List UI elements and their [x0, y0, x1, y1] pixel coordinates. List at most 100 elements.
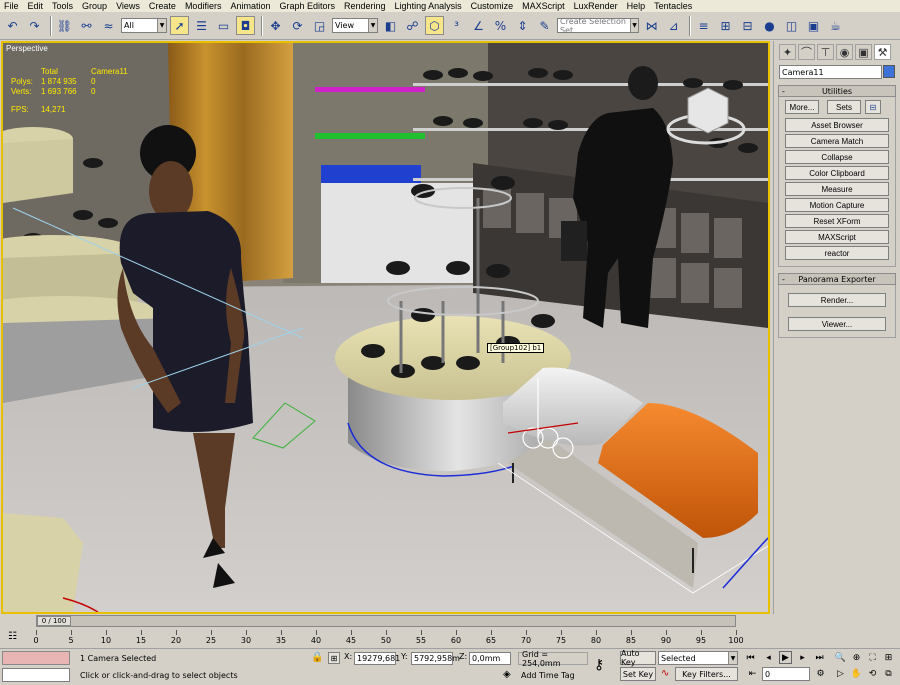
- utility-reset-xform-button[interactable]: Reset XForm: [785, 214, 889, 228]
- mirror-icon[interactable]: ⋈: [642, 16, 661, 35]
- pivot-center-icon[interactable]: ◧: [381, 16, 400, 35]
- y-coordinate-field[interactable]: 5792,958m: [411, 652, 460, 665]
- utility-maxscript-button[interactable]: MAXScript: [785, 230, 889, 244]
- motion-tab-icon[interactable]: ◉: [836, 44, 853, 60]
- key-filters-button[interactable]: Key Filters...: [675, 667, 738, 681]
- utility-measure-button[interactable]: Measure: [785, 182, 889, 196]
- maxscript-listener-mini[interactable]: [2, 651, 70, 665]
- display-tab-icon[interactable]: ▣: [855, 44, 872, 60]
- x-coordinate-field[interactable]: 19279,681: [354, 652, 400, 665]
- menu-tentacles[interactable]: Tentacles: [654, 1, 692, 11]
- zoom-extents-icon[interactable]: ⛶: [866, 651, 879, 664]
- next-frame-icon[interactable]: ▸: [796, 651, 809, 664]
- menu-animation[interactable]: Animation: [230, 1, 270, 11]
- utilities-rollout-header[interactable]: - Utilities: [778, 85, 896, 97]
- rendered-frame-window-icon[interactable]: ▣: [804, 16, 823, 35]
- menu-group[interactable]: Group: [82, 1, 107, 11]
- track-bar-icon[interactable]: ☷: [8, 631, 17, 642]
- field-of-view-icon[interactable]: ▷: [834, 667, 847, 680]
- go-to-start-icon[interactable]: ⏮: [744, 651, 757, 664]
- reference-coordinate-dropdown[interactable]: View ▼: [332, 18, 378, 33]
- menu-tools[interactable]: Tools: [52, 1, 73, 11]
- menu-luxrender[interactable]: LuxRender: [574, 1, 618, 11]
- time-configuration-icon[interactable]: ⚙: [814, 667, 827, 680]
- key-mode-dropdown[interactable]: Selected ▼: [658, 651, 738, 665]
- menu-graph-editors[interactable]: Graph Editors: [279, 1, 335, 11]
- curve-editor-icon[interactable]: ⊞: [716, 16, 735, 35]
- time-slider[interactable]: 0 / 100: [36, 615, 736, 627]
- utility-color-clipboard-button[interactable]: Color Clipboard: [785, 166, 889, 180]
- layer-manager-icon[interactable]: ≡: [694, 16, 713, 35]
- menu-edit[interactable]: Edit: [28, 1, 44, 11]
- schematic-view-icon[interactable]: ⊟: [738, 16, 757, 35]
- menu-help[interactable]: Help: [627, 1, 646, 11]
- object-color-swatch[interactable]: [883, 65, 895, 78]
- time-slider-thumb[interactable]: 0 / 100: [37, 616, 71, 626]
- key-tangent-icon[interactable]: ∿: [661, 668, 669, 679]
- hierarchy-tab-icon[interactable]: ⊤: [817, 44, 834, 60]
- set-key-button[interactable]: Set Key: [620, 667, 656, 681]
- add-time-tag-button[interactable]: Add Time Tag: [518, 669, 588, 682]
- window-crossing-icon[interactable]: ◘: [236, 16, 255, 35]
- maximize-viewport-icon[interactable]: ⧉: [882, 667, 895, 680]
- spinner-snap-icon[interactable]: ⇕: [513, 16, 532, 35]
- utility-reactor-button[interactable]: reactor: [785, 246, 889, 260]
- menu-maxscript[interactable]: MAXScript: [522, 1, 565, 11]
- angle-snap-icon[interactable]: ∠: [469, 16, 488, 35]
- move-icon[interactable]: ✥: [266, 16, 285, 35]
- select-by-name-icon[interactable]: ☰: [192, 16, 211, 35]
- absolute-mode-icon[interactable]: ⊞: [328, 652, 340, 664]
- sets-button[interactable]: Sets: [827, 100, 861, 114]
- select-object-icon[interactable]: ➚: [170, 16, 189, 35]
- redo-icon[interactable]: ↷: [25, 16, 44, 35]
- zoom-icon[interactable]: 🔍: [834, 651, 847, 664]
- key-mode-toggle-icon[interactable]: ⇤: [746, 667, 759, 680]
- utility-camera-match-button[interactable]: Camera Match: [785, 134, 889, 148]
- render-production-icon[interactable]: ☕: [826, 16, 845, 35]
- maxscript-input-mini[interactable]: [2, 668, 70, 682]
- menu-views[interactable]: Views: [116, 1, 140, 11]
- zoom-all-icon[interactable]: ⊕: [850, 651, 863, 664]
- selection-filter-dropdown[interactable]: All ▼: [121, 18, 167, 33]
- auto-key-button[interactable]: Auto Key: [620, 649, 656, 667]
- more-button[interactable]: More...: [785, 100, 819, 114]
- utility-collapse-button[interactable]: Collapse: [785, 150, 889, 164]
- default-key-icon[interactable]: ⚷: [594, 657, 604, 673]
- utilities-tab-icon[interactable]: ⚒: [874, 44, 891, 60]
- scale-icon[interactable]: ◲: [310, 16, 329, 35]
- go-to-end-icon[interactable]: ⏭: [813, 651, 826, 664]
- align-icon[interactable]: ⊿: [664, 16, 683, 35]
- pan-icon[interactable]: ✋: [850, 667, 863, 680]
- manipulate-icon[interactable]: ☍: [403, 16, 422, 35]
- rectangular-selection-icon[interactable]: ▭: [214, 16, 233, 35]
- panorama-rollout-header[interactable]: - Panorama Exporter: [778, 273, 896, 285]
- percent-snap-icon[interactable]: %: [491, 16, 510, 35]
- menu-file[interactable]: File: [4, 1, 19, 11]
- configure-sets-icon[interactable]: ⊟: [865, 100, 881, 114]
- bind-space-warp-icon[interactable]: ≈: [99, 16, 118, 35]
- zoom-extents-all-icon[interactable]: ⊞: [882, 651, 895, 664]
- unlink-icon[interactable]: ⚯: [77, 16, 96, 35]
- create-tab-icon[interactable]: ✦: [779, 44, 796, 60]
- viewport-label[interactable]: Perspective: [6, 44, 48, 53]
- edit-named-selection-icon[interactable]: ✎: [535, 16, 554, 35]
- viewer-button[interactable]: Viewer...: [788, 317, 886, 331]
- keyboard-shortcut-override-icon[interactable]: ⬡: [425, 16, 444, 35]
- utility-motion-capture-button[interactable]: Motion Capture: [785, 198, 889, 212]
- rotate-icon[interactable]: ⟳: [288, 16, 307, 35]
- menu-create[interactable]: Create: [149, 1, 176, 11]
- select-and-link-icon[interactable]: ⛓: [55, 16, 74, 35]
- scene-render[interactable]: [3, 43, 768, 612]
- undo-icon[interactable]: ↶: [3, 16, 22, 35]
- z-coordinate-field[interactable]: 0,0mm: [469, 652, 511, 665]
- lock-selection-icon[interactable]: 🔒: [311, 652, 323, 663]
- material-editor-icon[interactable]: ●: [760, 16, 779, 35]
- object-name-field[interactable]: Camera11: [779, 65, 882, 79]
- menu-lighting-analysis[interactable]: Lighting Analysis: [395, 1, 462, 11]
- perspective-viewport[interactable]: Perspective Total Camera11 Polys: 1 874 93…: [1, 41, 770, 614]
- menu-rendering[interactable]: Rendering: [344, 1, 386, 11]
- snaps-toggle-icon[interactable]: ³: [447, 16, 466, 35]
- timeline-ruler[interactable]: 0 5 10 15 20 25 30 35 40 45 50 55 60 65 70 75 80 85 90 95 10…: [33, 630, 744, 648]
- previous-frame-icon[interactable]: ◂: [762, 651, 775, 664]
- render-setup-icon[interactable]: ◫: [782, 16, 801, 35]
